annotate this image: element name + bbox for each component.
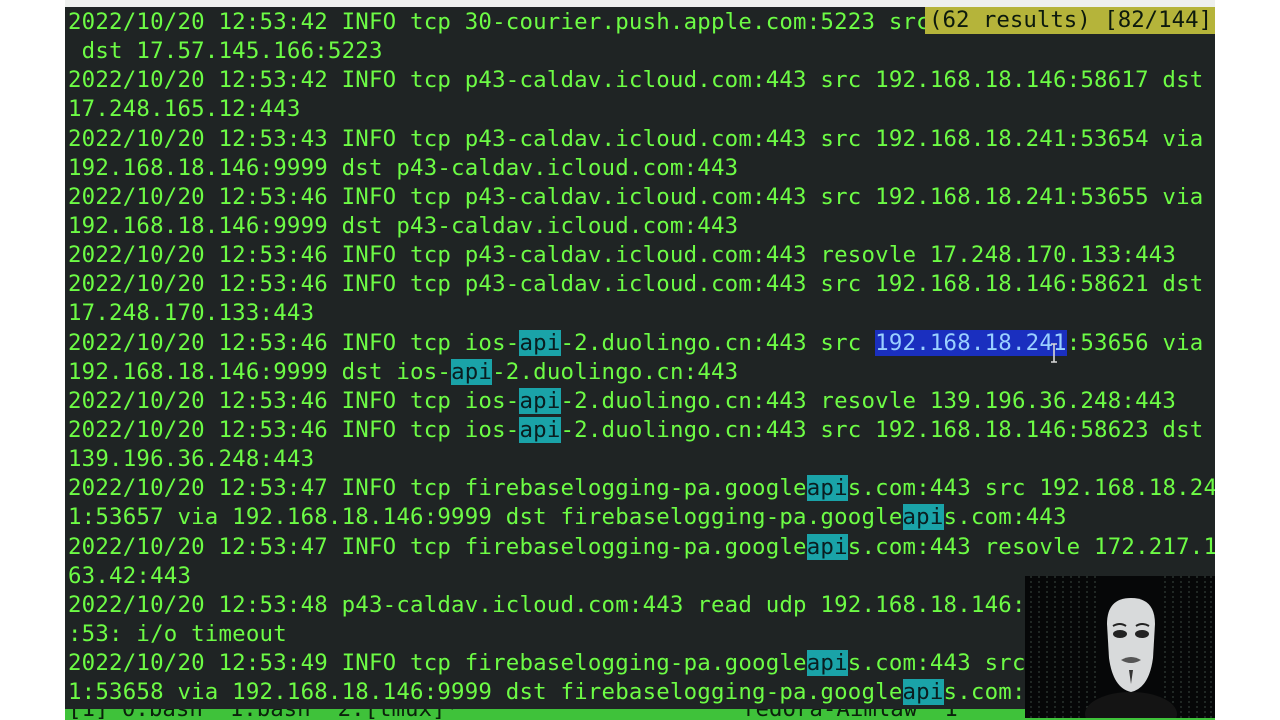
- log-text: 2022/10/20 12:53:46 INFO tcp ios-: [68, 387, 520, 414]
- log-text: 2022/10/20 12:53:46 INFO tcp ios-: [68, 329, 520, 356]
- search-match: api: [902, 679, 944, 706]
- log-line: 2022/10/20 12:53:46 INFO tcp ios-api-2.d…: [68, 416, 1215, 445]
- log-text: -2.duolingo.cn:443: [492, 358, 739, 385]
- log-text: 2022/10/20 12:53:42 INFO tcp p43-caldav.…: [68, 67, 1204, 94]
- search-match: api: [806, 533, 848, 560]
- log-text: 2022/10/20 12:53:48 p43-caldav.icloud.co…: [68, 591, 1040, 618]
- log-text: 2022/10/20 12:53:47 INFO tcp firebaselog…: [68, 475, 807, 502]
- log-line: 2022/10/20 12:53:46 INFO tcp ios-api-2.d…: [68, 329, 1215, 358]
- log-line: 192.168.18.146:9999 dst ios-api-2.duolin…: [68, 358, 1215, 387]
- webcam-overlay: [1025, 576, 1215, 718]
- search-match: api: [902, 504, 944, 531]
- search-match: api: [451, 358, 493, 385]
- search-result-counter: (62 results) [82/144]: [925, 7, 1215, 34]
- log-text: 1:53657 via 192.168.18.146:9999 dst fire…: [68, 504, 903, 531]
- log-line: 1:53657 via 192.168.18.146:9999 dst fire…: [68, 503, 1215, 532]
- search-match: api: [806, 650, 848, 677]
- log-line: 17.248.170.133:443: [68, 299, 1215, 328]
- log-text: s.com:443 src: [847, 650, 1026, 677]
- log-text: 192.168.18.146:9999 dst ios-: [68, 358, 452, 385]
- log-text: dst 17.57.145.166:5223: [68, 38, 383, 65]
- ibeam-cursor-icon: [1051, 343, 1057, 363]
- log-line: dst 17.57.145.166:5223: [68, 37, 1215, 66]
- log-text: 2022/10/20 12:53:46 INFO tcp ios-: [68, 416, 520, 443]
- log-text: 2022/10/20 12:53:49 INFO tcp firebaselog…: [68, 650, 807, 677]
- log-text: s.com:443 resovle 172.217.1: [847, 533, 1215, 560]
- log-text: 2022/10/20 12:53:43 INFO tcp p43-caldav.…: [68, 125, 1204, 152]
- log-text: s.com:443 src 192.168.18.24: [847, 475, 1215, 502]
- anonymous-mask-icon: [1025, 576, 1215, 718]
- log-text: 63.42:443: [68, 562, 192, 589]
- log-text: 17.248.170.133:443: [68, 300, 315, 327]
- log-text: 1:53658 via 192.168.18.146:9999 dst fire…: [68, 679, 903, 706]
- log-line: 2022/10/20 12:53:47 INFO tcp firebaselog…: [68, 474, 1215, 503]
- right-margin: [1215, 0, 1280, 720]
- log-text: :53656 via: [1066, 329, 1204, 356]
- search-match: api: [519, 387, 561, 414]
- log-text: 2022/10/20 12:53:42 INFO tcp 30-courier.…: [68, 9, 930, 35]
- log-line: 2022/10/20 12:53:46 INFO tcp p43-caldav.…: [68, 270, 1215, 299]
- log-text: 192.168.18.146:9999 dst p43-caldav.iclou…: [68, 212, 739, 239]
- log-text: 2022/10/20 12:53:46 INFO tcp p43-caldav.…: [68, 183, 1204, 210]
- log-line: 192.168.18.146:9999 dst p43-caldav.iclou…: [68, 212, 1215, 241]
- log-text: 192.168.18.146:9999 dst p43-caldav.iclou…: [68, 154, 739, 181]
- log-text: 2022/10/20 12:53:47 INFO tcp firebaselog…: [68, 533, 807, 560]
- log-line: 2022/10/20 12:53:42 INFO tcp p43-caldav.…: [68, 66, 1215, 95]
- text-selection: 192.168.18.241: [875, 329, 1067, 356]
- log-line: 2022/10/20 12:53:46 INFO tcp p43-caldav.…: [68, 183, 1215, 212]
- log-text: :53: i/o timeout: [68, 620, 287, 647]
- log-text: s.com:443: [943, 504, 1067, 531]
- search-match: api: [519, 416, 561, 443]
- log-line: 139.196.36.248:443: [68, 445, 1215, 474]
- log-line: 192.168.18.146:9999 dst p43-caldav.iclou…: [68, 154, 1215, 183]
- tmux-status-text: [1] 0:bash 1:bash 2:[tmux]* "fedora-Aiml…: [68, 709, 958, 720]
- log-text: -2.duolingo.cn:443 src 192.168.18.146:58…: [560, 416, 1204, 443]
- log-line: 17.248.165.12:443: [68, 95, 1215, 124]
- log-text: 2022/10/20 12:53:46 INFO tcp p43-caldav.…: [68, 242, 1177, 269]
- log-line: 2022/10/20 12:53:46 INFO tcp ios-api-2.d…: [68, 387, 1215, 416]
- log-text: -2.duolingo.cn:443 src: [560, 329, 876, 356]
- log-text: 17.248.165.12:443: [68, 96, 301, 123]
- log-line: 2022/10/20 12:53:43 INFO tcp p43-caldav.…: [68, 125, 1215, 154]
- search-match: api: [519, 329, 561, 356]
- log-text: -2.duolingo.cn:443 resovle 139.196.36.24…: [560, 387, 1177, 414]
- log-text: 2022/10/20 12:53:46 INFO tcp p43-caldav.…: [68, 271, 1204, 298]
- log-line: 2022/10/20 12:53:47 INFO tcp firebaselog…: [68, 533, 1215, 562]
- log-line: 2022/10/20 12:53:46 INFO tcp p43-caldav.…: [68, 241, 1215, 270]
- window-top-edge: [65, 0, 1215, 7]
- log-text: 139.196.36.248:443: [68, 446, 315, 473]
- search-match: api: [806, 475, 848, 502]
